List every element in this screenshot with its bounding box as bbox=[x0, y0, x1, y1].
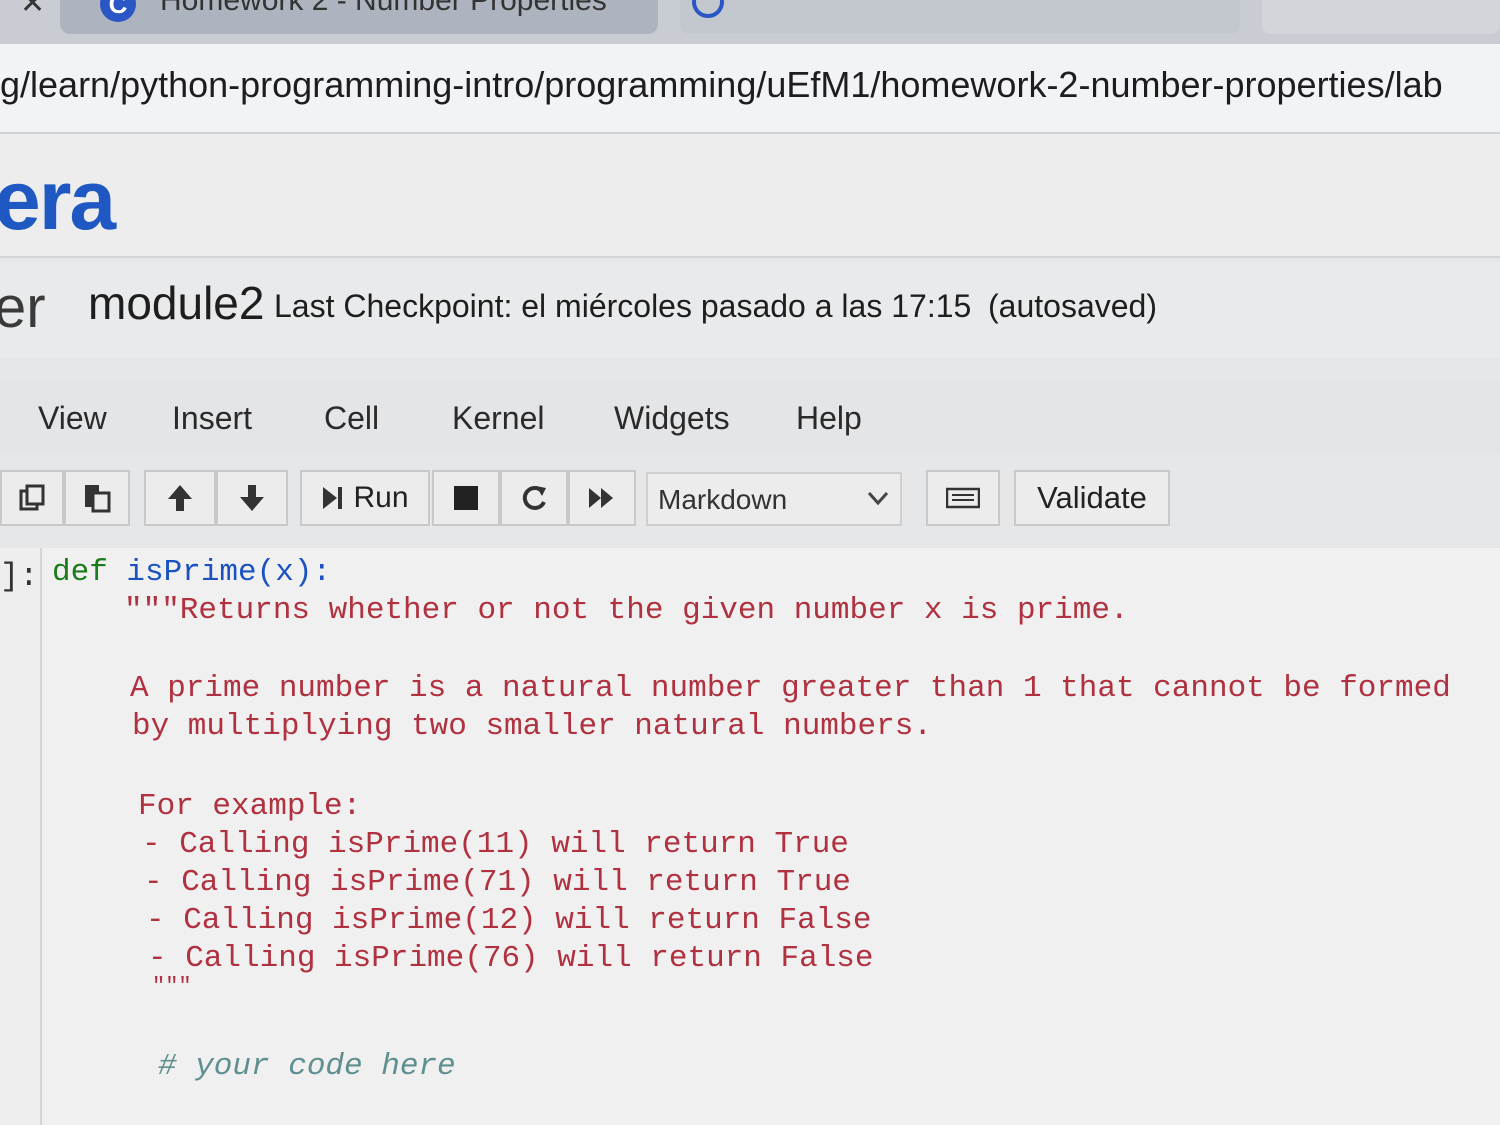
run-icon bbox=[323, 487, 343, 509]
menu-bar: View Insert Cell Kernel Widgets Help bbox=[0, 382, 1500, 454]
code-editor[interactable]: def isPrime(x): """Returns whether or no… bbox=[40, 548, 1500, 1125]
docstring-line: by multiplying two smaller natural numbe… bbox=[132, 709, 932, 744]
docstring-line: - Calling isPrime(76) will return False bbox=[148, 941, 874, 976]
notebook-header: er module2 Last Checkpoint: el miércoles… bbox=[0, 262, 1500, 358]
restart-run-all-button[interactable] bbox=[568, 470, 636, 526]
docstring-line: For example: bbox=[138, 789, 362, 824]
restart-icon bbox=[522, 485, 546, 510]
paste-cell-button[interactable] bbox=[64, 470, 130, 526]
browser-tab[interactable] bbox=[680, 0, 1240, 34]
chevron-down-icon bbox=[867, 491, 889, 506]
code-comment: # your code here bbox=[158, 1049, 456, 1084]
brand-logo[interactable]: era bbox=[0, 152, 116, 249]
run-label: Run bbox=[353, 481, 409, 514]
docstring-line: A prime number is a natural number great… bbox=[130, 671, 1451, 706]
docstring-line: """ bbox=[152, 974, 192, 999]
menu-help[interactable]: Help bbox=[796, 400, 862, 437]
fast-forward-icon bbox=[589, 488, 613, 508]
coursera-favicon-icon: C bbox=[100, 0, 136, 22]
site-header: era bbox=[0, 134, 1500, 258]
code-cell[interactable]: ]: def isPrime(x): """Returns whether or… bbox=[0, 548, 1500, 1125]
cell-type-value: Markdown bbox=[658, 484, 788, 515]
move-down-button[interactable] bbox=[216, 470, 288, 526]
keyboard-icon bbox=[946, 487, 980, 509]
menu-widgets[interactable]: Widgets bbox=[614, 400, 730, 437]
url-text[interactable]: g/learn/python-programming-intro/program… bbox=[0, 64, 1443, 106]
menu-view[interactable]: View bbox=[38, 400, 107, 437]
stop-icon bbox=[454, 486, 478, 510]
menu-kernel[interactable]: Kernel bbox=[452, 400, 545, 437]
validate-button[interactable]: Validate bbox=[1014, 470, 1170, 526]
menu-insert[interactable]: Insert bbox=[172, 400, 252, 437]
notebook-toolbar: Run Markdown Validate bbox=[0, 466, 1500, 534]
docstring-line: """Returns whether or not the given numb… bbox=[124, 593, 1129, 628]
browser-tab[interactable] bbox=[1262, 0, 1500, 34]
run-button[interactable]: Run bbox=[300, 470, 430, 526]
tab-title: Homework 2 - Number Properties bbox=[160, 0, 607, 17]
cell-type-select[interactable]: Markdown bbox=[646, 472, 902, 526]
function-signature: isPrime(x): bbox=[126, 555, 332, 590]
docstring-line: - Calling isPrime(11) will return True bbox=[142, 827, 849, 862]
copy-cell-button[interactable] bbox=[0, 470, 64, 526]
notebook-name[interactable]: module2 bbox=[88, 276, 264, 330]
autosave-status: (autosaved) bbox=[988, 288, 1157, 324]
menu-cell[interactable]: Cell bbox=[324, 400, 379, 437]
cell-prompt: ]: bbox=[0, 558, 39, 595]
move-up-button[interactable] bbox=[144, 470, 216, 526]
arrow-down-icon bbox=[240, 485, 264, 511]
browser-tab-strip: ✕ C Homework 2 - Number Properties bbox=[0, 0, 1500, 44]
keyword-def: def bbox=[52, 555, 108, 590]
docstring-line: - Calling isPrime(12) will return False bbox=[146, 903, 872, 938]
restart-kernel-button[interactable] bbox=[500, 470, 568, 526]
close-icon[interactable]: ✕ bbox=[20, 0, 45, 21]
browser-tab-active[interactable]: C Homework 2 - Number Properties bbox=[60, 0, 658, 34]
jupyter-logo[interactable]: er bbox=[0, 274, 46, 341]
docstring-line: - Calling isPrime(71) will return True bbox=[144, 865, 851, 900]
interrupt-button[interactable] bbox=[432, 470, 500, 526]
checkpoint-status: Last Checkpoint: el miércoles pasado a l… bbox=[274, 288, 972, 324]
arrow-up-icon bbox=[168, 485, 192, 511]
code-line-def: def isPrime(x): bbox=[52, 554, 331, 592]
command-palette-button[interactable] bbox=[926, 470, 1000, 526]
copy-icon bbox=[19, 484, 45, 511]
paste-icon bbox=[85, 485, 111, 513]
favicon-icon bbox=[692, 0, 724, 18]
address-bar[interactable]: g/learn/python-programming-intro/program… bbox=[0, 44, 1500, 134]
